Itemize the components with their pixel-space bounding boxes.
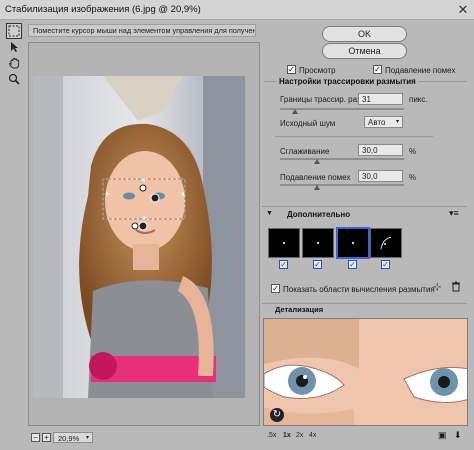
zoom-in-button[interactable]: +: [42, 433, 51, 442]
preview-checkbox[interactable]: ✓: [287, 65, 296, 74]
zoom-select[interactable]: 20,9% ▾: [53, 432, 93, 443]
smoothing-slider-thumb[interactable]: [314, 159, 321, 164]
blur-kernel-icon: [282, 241, 286, 245]
tracing-settings-header: Настройки трассировки размытия: [277, 77, 418, 86]
suppress-noise-slider-track[interactable]: [280, 184, 404, 186]
source-noise-label: Исходный шум: [280, 119, 336, 128]
thumbnail-2-checkbox[interactable]: ✓: [313, 260, 322, 269]
magnification-4x[interactable]: 4x: [309, 432, 316, 439]
blur-bounds-unit: пикс.: [409, 95, 428, 104]
ok-button[interactable]: OK: [322, 26, 407, 42]
suppress-noise-slider-thumb[interactable]: [314, 185, 321, 190]
hand-icon: [9, 58, 20, 69]
chevron-down-icon: ▾: [395, 119, 399, 125]
loupe-enhance-icon[interactable]: ↻: [270, 408, 284, 422]
thumbnail-1-checkbox[interactable]: ✓: [279, 260, 288, 269]
magnification-0.5x[interactable]: .5x: [267, 432, 276, 439]
divider: [275, 136, 433, 137]
show-regions-checkbox[interactable]: ✓: [271, 284, 280, 293]
zoom-value: 20,9%: [58, 434, 80, 443]
trash-icon[interactable]: [451, 281, 461, 294]
detail-loupe[interactable]: ↻: [263, 318, 468, 426]
zoom-tool-button[interactable]: [6, 71, 22, 87]
hand-tool-button[interactable]: [6, 55, 22, 71]
detail-header: Детализация: [275, 305, 324, 314]
blur-bounds-slider-thumb[interactable]: [291, 109, 298, 114]
source-noise-value: Авто: [368, 118, 386, 127]
marquee-tool-button[interactable]: [6, 23, 22, 39]
source-noise-select[interactable]: Авто ▾: [364, 116, 403, 128]
blur-trace-thumbnail-4[interactable]: [370, 228, 402, 258]
advanced-header: Дополнительно: [287, 210, 351, 219]
collapse-triangle-icon[interactable]: ▼: [266, 210, 273, 217]
close-icon[interactable]: ✕: [455, 2, 471, 18]
save-detail-icon[interactable]: ⬇: [454, 430, 462, 441]
show-regions-label: Показать области вычисления размытия: [283, 285, 435, 294]
blur-kernel-icon: [316, 241, 320, 245]
add-region-icon[interactable]: ⊹: [433, 282, 441, 293]
blur-kernel-icon: [380, 236, 392, 250]
blur-bounds-slider-track[interactable]: [280, 108, 404, 110]
window-title: Стабилизация изображения (6.jpg @ 20,9%): [5, 4, 201, 15]
panel-menu-icon[interactable]: ▾≡: [449, 208, 459, 219]
suppress-noise-checkbox[interactable]: ✓: [373, 65, 382, 74]
hint-bar: Поместите курсор мыши над элементом упра…: [28, 24, 256, 37]
arrow-cursor-icon: [11, 42, 18, 52]
blur-kernel-icon: [351, 241, 355, 245]
marquee-icon: [8, 25, 20, 37]
photo-illustration: [33, 76, 245, 398]
suppress-noise-input[interactable]: 30,0: [358, 170, 403, 182]
thumbnail-4-checkbox[interactable]: ✓: [381, 260, 390, 269]
magnification-1x[interactable]: 1x: [283, 432, 291, 439]
magnification-2x[interactable]: 2x: [296, 432, 303, 439]
blur-bounds-input[interactable]: 31: [358, 93, 403, 105]
thumbnail-3-checkbox[interactable]: ✓: [348, 260, 357, 269]
divider: [262, 303, 467, 304]
preview-photo[interactable]: [33, 76, 245, 398]
chevron-down-icon: ▾: [85, 435, 89, 441]
zoom-out-button[interactable]: −: [31, 433, 40, 442]
preview-label: Просмотр: [299, 66, 336, 75]
cancel-button[interactable]: Отмена: [322, 43, 407, 59]
smoothing-input[interactable]: 30,0: [358, 144, 403, 156]
blur-trace-thumbnail-2[interactable]: [302, 228, 334, 258]
smoothing-unit: %: [409, 147, 417, 156]
blur-trace-thumbnail-1[interactable]: [268, 228, 300, 258]
blur-trace-thumbnail-3[interactable]: [336, 227, 370, 259]
zoom-icon: [8, 73, 20, 85]
suppress-noise-unit: %: [409, 173, 417, 182]
detail-eyes-illustration: [264, 319, 467, 425]
loupe-options-icon[interactable]: ▣: [438, 430, 447, 441]
smoothing-label: Сглаживание: [280, 147, 330, 156]
suppress-noise-label: Подавление помех: [385, 66, 456, 75]
suppress-noise-amount-label: Подавление помех: [280, 173, 351, 182]
smoothing-slider-track[interactable]: [280, 158, 404, 160]
divider: [262, 206, 467, 207]
arrow-tool-button[interactable]: [6, 39, 22, 55]
